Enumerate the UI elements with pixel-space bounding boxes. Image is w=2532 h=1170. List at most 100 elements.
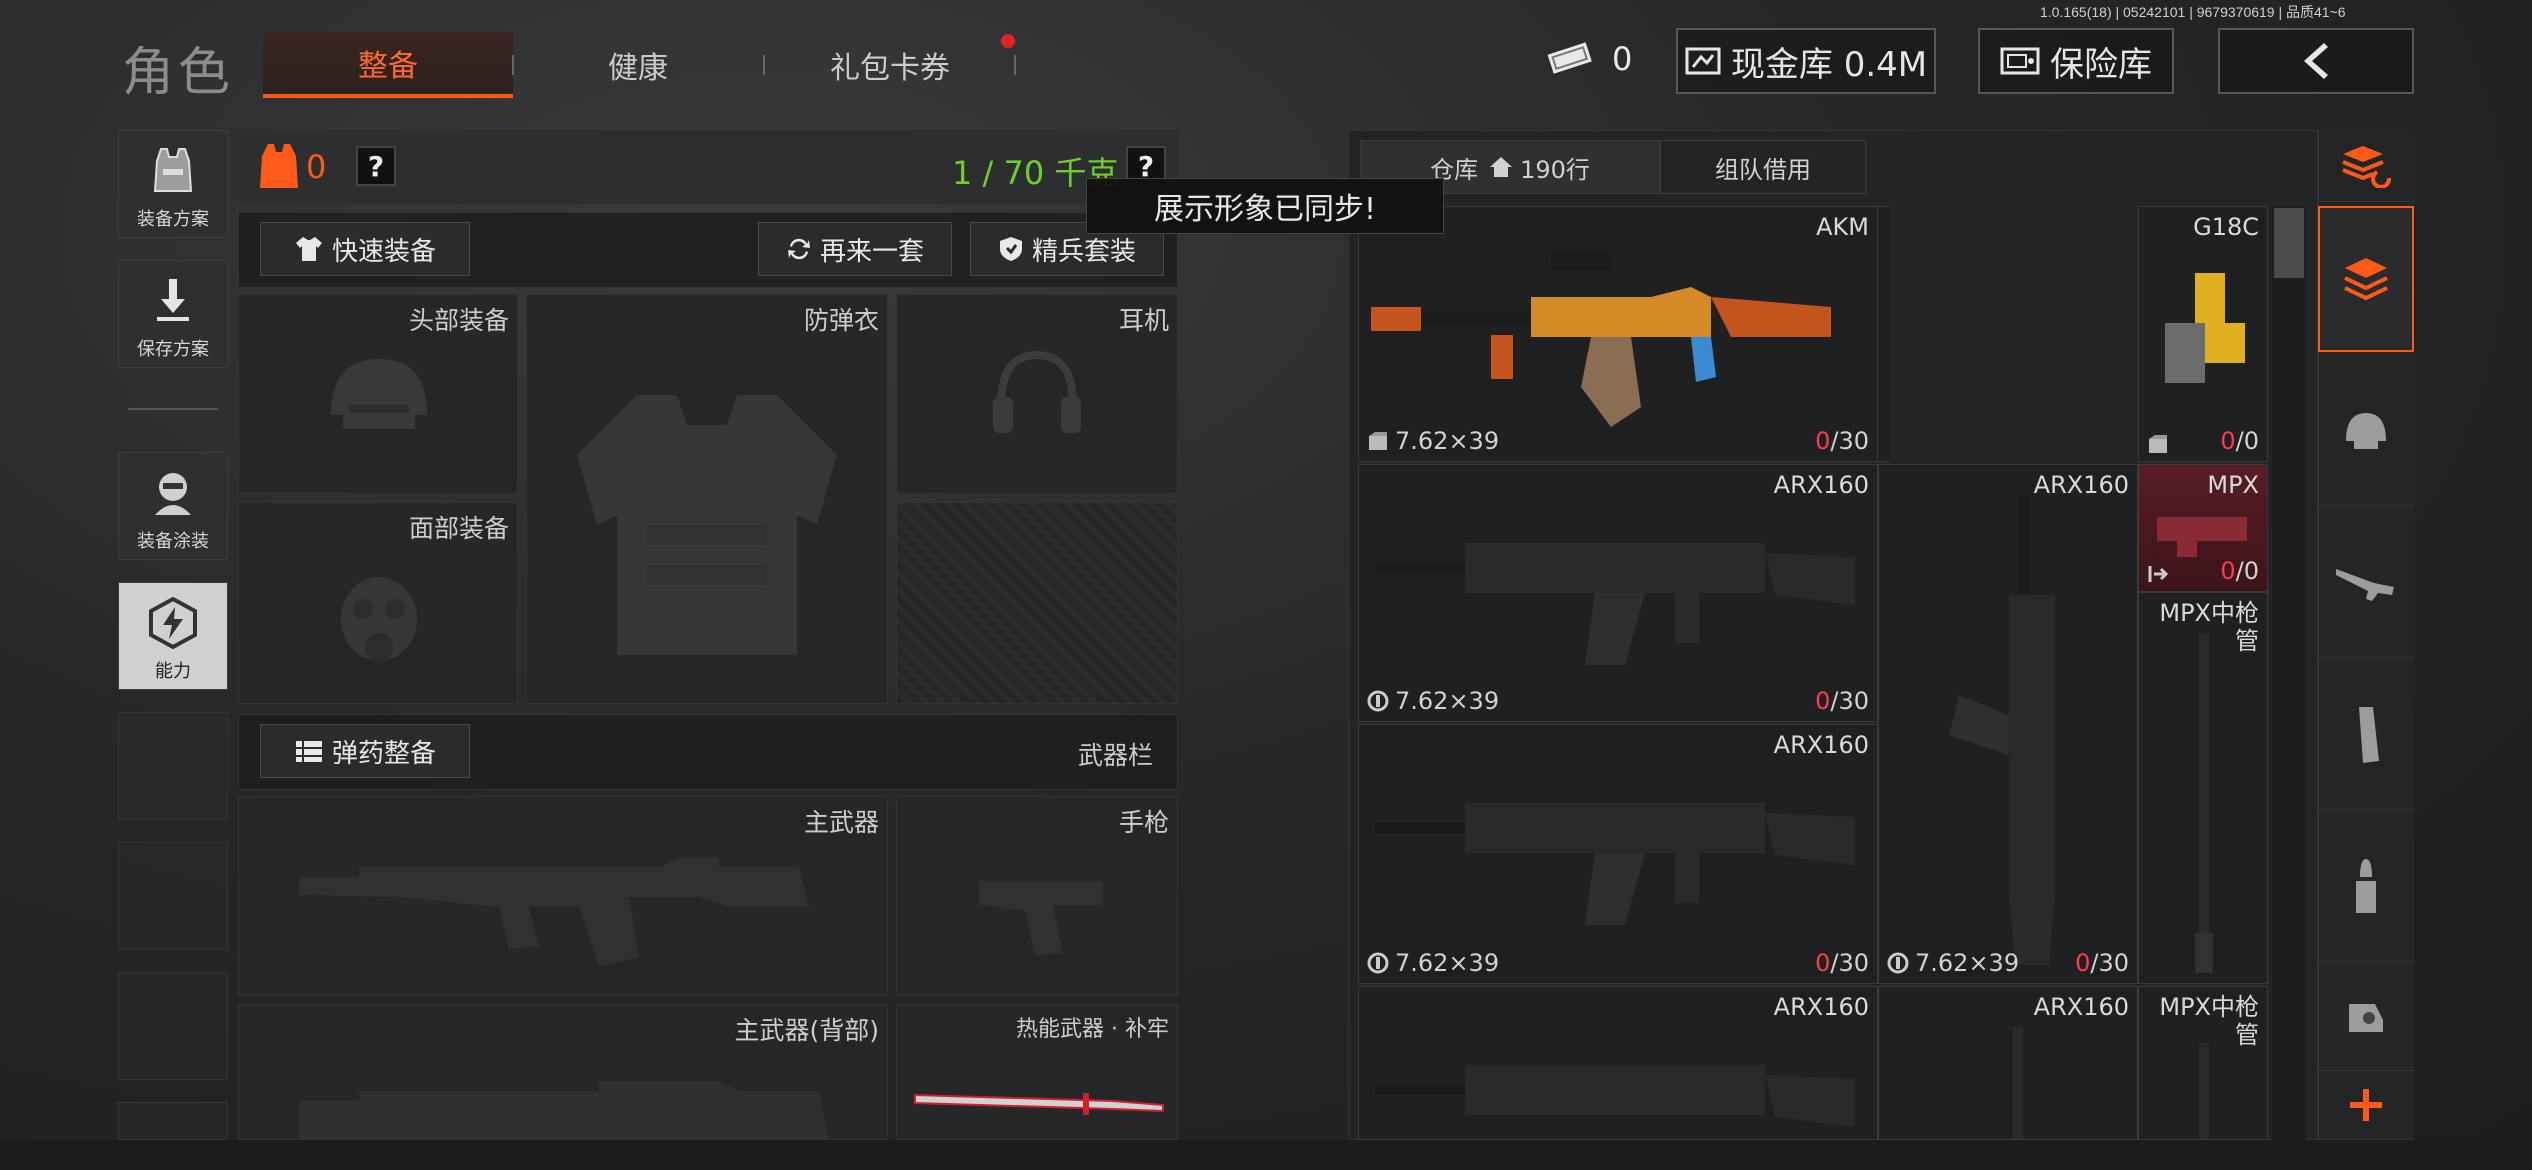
inventory-item-arx160[interactable]: ARX160 [1358,986,1878,1140]
slot-label: 防弹衣 [803,306,879,335]
ammo-equip-button[interactable]: 弹药整备 [260,724,470,778]
safe-button[interactable]: 保险库 [1978,28,2174,94]
stack-icon [2344,258,2388,301]
tab-storage-rows: 190行 [1520,155,1590,184]
add-button[interactable] [2318,1070,2414,1140]
headset-icon [993,350,1081,433]
rifle-silhouette-icon [299,857,809,967]
count-current: 0 [1815,949,1831,977]
cash-vault-button[interactable]: 现金库 0.4M [1676,28,1936,94]
tab-health[interactable]: 健康 [518,32,758,98]
inventory-item-arx160-vertical[interactable]: ARX160 7.62×39 0/30 [1878,464,2138,984]
caliber-text: 7.62×39 [1915,949,2020,977]
skin-button[interactable]: 装备涂装 [118,452,228,560]
inventory-item-akm[interactable]: AKM 7.62×39 0/30 [1358,206,1878,462]
item-name: ARX160 [2033,993,2129,1021]
ammo-box-icon [2149,435,2167,453]
earphone-slot[interactable]: 耳机 [896,294,1178,494]
shield-icon [999,237,1022,261]
inventory-item-arx160[interactable]: ARX160 7.62×39 0/30 [1358,724,1878,984]
pistol-slot[interactable]: 手枪 [896,796,1178,996]
head-slot[interactable]: 头部装备 [238,294,518,494]
mpx-part-icon [2157,517,2247,557]
item-caliber: 7.62×39 [1367,687,1499,715]
inventory-item-arx160[interactable]: ARX160 7.62×39 0/30 [1358,464,1878,722]
side-label: 装备方案 [137,209,209,230]
ticket-counter[interactable]: 0 [1546,40,1632,78]
inventory-item-arx160-vertical[interactable]: ARX160 [1878,986,2138,1140]
item-ammo-count: 0/30 [1815,687,1869,715]
item-caliber: 7.62×39 [1367,427,1499,455]
count-total: /30 [2090,949,2129,977]
arx160-rifle-vertical-icon [2013,1027,2023,1139]
face-slot[interactable]: 面部装备 [238,502,518,704]
ability-button[interactable]: 能力 [118,582,228,690]
item-caliber: 7.62×39 [1367,949,1499,977]
version-text: 1.0.165(18) | 05242101 | 9679370619 | 品质… [2040,4,2346,20]
lightning-hex-icon [149,596,197,650]
primary-back-slot[interactable]: 主武器(背部) [238,1004,888,1141]
cash-vault-label: 现金库 0.4M [1730,44,1928,85]
barrel-icon [2199,1043,2209,1139]
safe-icon [2000,47,2040,75]
item-ammo-count: 0/30 [1815,949,1869,977]
item-name: ARX160 [1773,471,1869,499]
scrollbar-thumb[interactable] [2274,208,2304,278]
shirt-icon [295,237,322,261]
help-icon[interactable]: ? [356,146,396,186]
grid-gap [1878,206,1890,462]
inventory-item-mpx-barrel[interactable]: MPX中枪管 [2138,592,2268,984]
tab-label: 礼包卡券 [830,51,950,86]
count-total: /30 [1830,687,1869,715]
download-icon [157,279,189,321]
item-ammo-count: 0/30 [1815,427,1869,455]
rail-rifle[interactable] [2318,508,2414,658]
akm-rifle-icon [1371,251,1831,427]
inventory-scrollbar[interactable] [2272,206,2306,1140]
item-name: MPX [2207,471,2259,499]
bullet-badge-icon [1887,952,1909,974]
count-current: 0 [2220,427,2236,455]
back-button[interactable] [2218,28,2414,94]
thermal-weapon-slot[interactable]: 热能武器 · 补牢 [896,1004,1178,1140]
vest-icon [153,148,193,192]
quick-equip-button[interactable]: 快速装备 [260,222,470,276]
count-total: /0 [2235,557,2259,585]
arx160-rifle-icon [1375,803,1855,925]
bottom-strip [0,1140,2532,1170]
sidebar-divider [128,408,218,410]
side-label: 装备涂装 [137,531,209,552]
rail-magazine[interactable] [2318,660,2414,810]
vest-slot[interactable]: 防弹衣 [526,294,888,704]
rail-helmet[interactable] [2318,356,2414,506]
inventory-item-mpx[interactable]: MPX 0/0 [2138,464,2268,592]
page-title: 角色 [122,43,235,103]
inventory-item-g18c[interactable]: G18C 0/0 [2138,206,2268,462]
helmet-icon [331,359,427,429]
tab-gift-cards[interactable]: 礼包卡券 [770,32,1010,98]
loadout-plan-button[interactable]: 装备方案 [118,130,228,238]
tab-team-borrow[interactable]: 组队借用 [1660,140,1866,194]
sort-button[interactable] [2318,130,2414,202]
bullet-badge-icon [1367,952,1389,974]
tab-divider [512,55,514,75]
rail-sight[interactable] [2318,964,2414,1068]
item-caliber [2147,563,2169,585]
tab-label: 整备 [358,49,418,84]
slot-label: 手枪 [1118,808,1169,837]
empty-slot [118,972,228,1080]
primary-weapon-slot[interactable]: 主武器 [238,796,888,996]
gas-mask-icon [341,577,417,661]
rail-all-items[interactable] [2318,206,2414,352]
count-current: 0 [1815,427,1831,455]
save-plan-button[interactable]: 保存方案 [118,260,228,368]
rail-ammo[interactable] [2318,812,2414,962]
tab-loadout[interactable]: 整备 [263,32,513,98]
slot-label: 耳机 [1118,306,1169,335]
again-button[interactable]: 再来一套 [758,222,952,276]
count-current: 0 [2075,949,2091,977]
item-caliber [2147,433,2169,455]
inventory-item-mpx-barrel[interactable]: MPX中枪管 [2138,986,2268,1140]
caliber-text: 7.62×39 [1395,687,1500,715]
item-caliber: 7.62×39 [1887,949,2019,977]
